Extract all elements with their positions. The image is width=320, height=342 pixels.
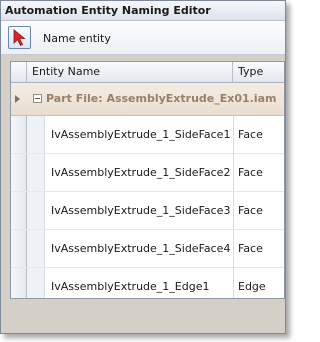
row-selector-header[interactable] [11, 62, 27, 82]
table-row[interactable]: IvAssemblyExtrude_1_Edge1 Edge [11, 268, 284, 298]
type-cell[interactable]: Edge [238, 268, 284, 298]
column-header-row: Entity Name Type [11, 62, 284, 83]
cell-divider [233, 268, 234, 298]
table-row[interactable]: IvAssemblyExtrude_1_SideFace3 Face [11, 192, 284, 230]
row-indent [27, 154, 45, 191]
window-title: Automation Entity Naming Editor [5, 4, 211, 17]
editor-window: Automation Entity Naming Editor Name ent… [0, 0, 286, 334]
select-arrow-icon [13, 29, 26, 47]
toolbar: Name entity [1, 21, 285, 55]
row-indent [27, 268, 45, 298]
title-bar[interactable]: Automation Entity Naming Editor [1, 1, 285, 21]
group-label: Part File: AssemblyExtrude_Ex01.iam [46, 92, 277, 105]
table-row[interactable]: IvAssemblyExtrude_1_SideFace1 Face [11, 116, 284, 154]
row-indent [27, 116, 45, 153]
entity-name-cell[interactable]: IvAssemblyExtrude_1_Edge1 [51, 268, 231, 298]
cell-divider [233, 192, 234, 229]
type-cell[interactable]: Face [238, 154, 284, 191]
row-indent [27, 230, 45, 267]
entity-name-cell[interactable]: IvAssemblyExtrude_1_SideFace1 [51, 116, 231, 153]
type-cell[interactable]: Face [238, 116, 284, 153]
cell-divider [233, 154, 234, 191]
entity-grid: Entity Name Type Part File: AssemblyExtr… [10, 61, 285, 299]
table-row[interactable]: IvAssemblyExtrude_1_SideFace2 Face [11, 154, 284, 192]
entity-name-cell[interactable]: IvAssemblyExtrude_1_SideFace4 [51, 230, 231, 267]
row-selector[interactable] [11, 192, 27, 229]
collapse-minus-icon[interactable] [33, 94, 42, 103]
entity-name-cell[interactable]: IvAssemblyExtrude_1_SideFace3 [51, 192, 231, 229]
type-cell[interactable]: Face [238, 230, 284, 267]
table-row[interactable]: IvAssemblyExtrude_1_SideFace4 Face [11, 230, 284, 268]
current-row-indicator-icon [15, 95, 20, 103]
row-indent [27, 192, 45, 229]
name-entity-label: Name entity [43, 32, 111, 45]
type-cell[interactable]: Face [238, 192, 284, 229]
row-selector[interactable] [11, 268, 27, 298]
cell-divider [233, 230, 234, 267]
cell-divider [233, 116, 234, 153]
group-row-part-file[interactable]: Part File: AssemblyExtrude_Ex01.iam [11, 83, 284, 116]
name-entity-tool-button[interactable] [8, 26, 31, 49]
grid-rows: Part File: AssemblyExtrude_Ex01.iam IvAs… [11, 83, 284, 298]
column-header-entity-name[interactable]: Entity Name [27, 62, 233, 82]
row-selector[interactable] [11, 154, 27, 191]
row-selector[interactable] [11, 116, 27, 153]
row-selector[interactable] [11, 230, 27, 267]
entity-name-cell[interactable]: IvAssemblyExtrude_1_SideFace2 [51, 154, 231, 191]
column-header-type[interactable]: Type [233, 62, 284, 82]
